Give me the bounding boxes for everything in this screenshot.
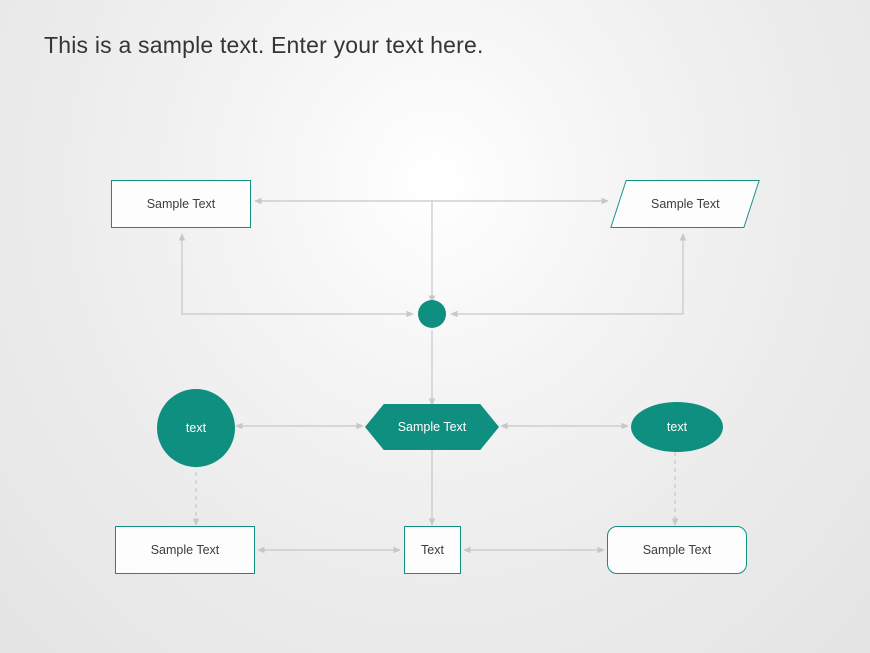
node-label: Sample Text — [151, 543, 220, 557]
node-circle-left: text — [157, 389, 235, 467]
connector-topright-to-dot — [451, 234, 683, 314]
connector-topleft-to-dot — [182, 234, 413, 314]
node-label: Text — [421, 543, 444, 557]
node-label: text — [667, 420, 687, 434]
node-dot-center — [418, 300, 446, 328]
node-label: Sample Text — [147, 197, 216, 211]
node-label: Sample Text — [651, 197, 720, 211]
node-ellipse-right: text — [631, 402, 723, 452]
node-label: Sample Text — [643, 543, 712, 557]
node-rect-bottom-left: Sample Text — [115, 526, 255, 574]
node-label: text — [186, 421, 206, 435]
node-label: Sample Text — [398, 420, 467, 434]
node-rounded-bottom-right: Sample Text — [607, 526, 747, 574]
node-hexagon-center: Sample Text — [365, 404, 499, 450]
node-square-bottom-mid: Text — [404, 526, 461, 574]
node-rect-top-left: Sample Text — [111, 180, 251, 228]
diagram-canvas: Sample Text Sample Text text Sample Text… — [0, 0, 870, 653]
node-parallelogram-top-right: Sample Text — [610, 180, 760, 228]
